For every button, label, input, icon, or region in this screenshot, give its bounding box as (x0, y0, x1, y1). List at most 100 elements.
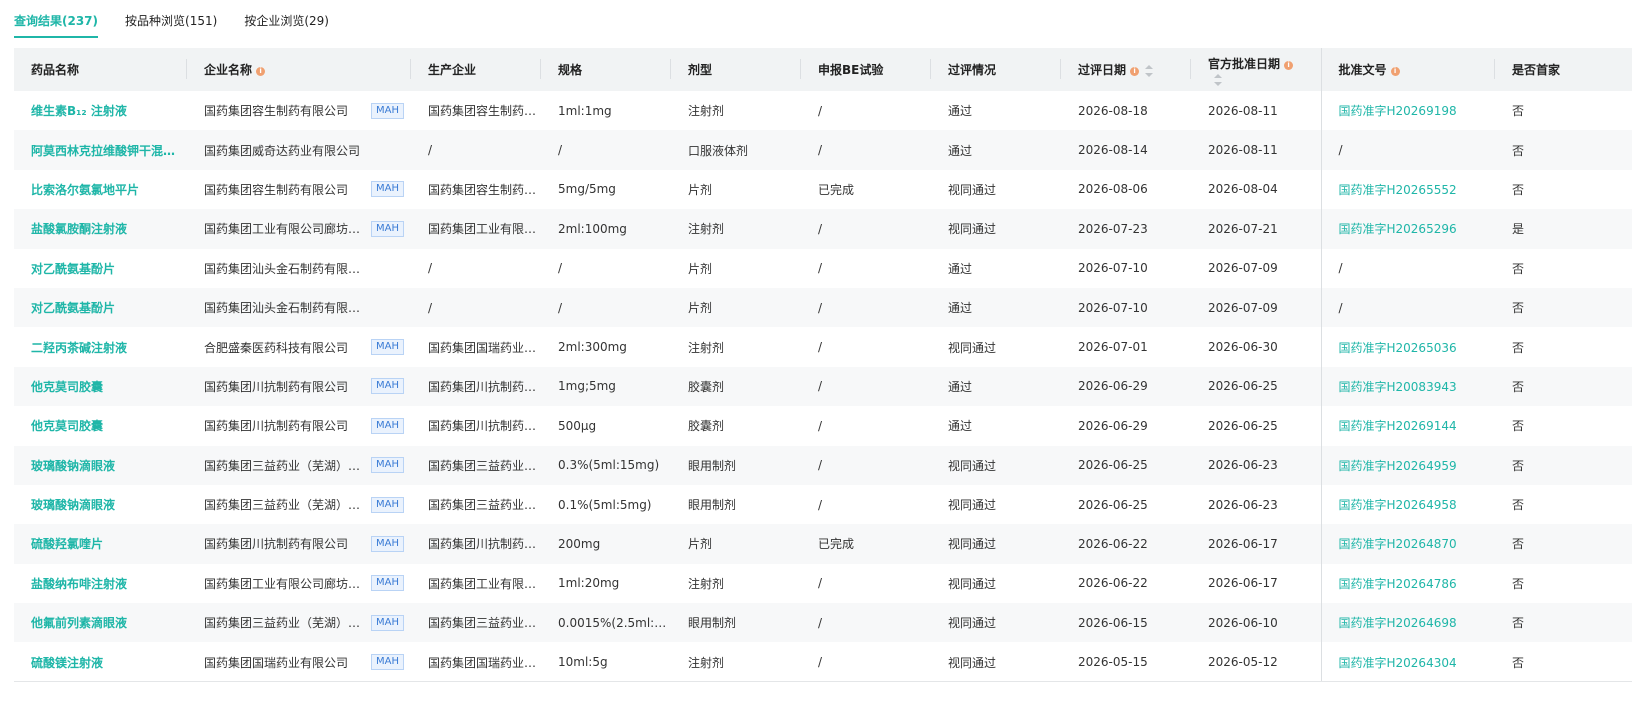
drug-name-link[interactable]: 二羟丙茶碱注射液 (14, 327, 187, 366)
review-status-cell: 视同通过 (948, 458, 997, 473)
spec-cell: 1ml:20mg (558, 576, 620, 591)
approval-number-link[interactable]: 国药准字H20265036 (1320, 327, 1495, 367)
sort-icon[interactable] (1214, 74, 1222, 86)
drug-name-link[interactable]: 比索洛尔氨氯地平片 (14, 170, 187, 209)
table-row: 玻璃酸钠滴眼液 国药集团三益药业（芜湖）有… MAH 国药集团三益药业… 0.1%(5m… (14, 484, 1632, 525)
col-header-review-date[interactable]: 过评日期 i (1061, 48, 1191, 91)
approval-number-link[interactable]: 国药准字H20269198 (1320, 91, 1495, 131)
manufacturer-cell: 国药集团三益药业… (428, 498, 537, 513)
be-trial-cell: 已完成 (818, 182, 855, 197)
company-name: 国药集团容生制药有限公司 (204, 182, 349, 197)
dosage-form-cell: 注射剂 (688, 222, 725, 237)
drug-name-link[interactable]: 他克莫司胶囊 (14, 406, 187, 445)
col-header-approval-date[interactable]: 官方批准日期 i (1191, 48, 1321, 91)
table-row: 二羟丙茶碱注射液 合肥盛秦医药科技有限公司 MAH 国药集团国瑞药业… 2ml:300m… (14, 327, 1632, 367)
approval-number-link[interactable]: 国药准字H20083943 (1320, 366, 1495, 407)
drug-name-link[interactable]: 他氟前列素滴眼液 (14, 603, 187, 642)
drug-name-link[interactable]: 玻璃酸钠滴眼液 (14, 485, 187, 524)
col-header-spec: 规格 (541, 48, 671, 91)
first-generic-cell: 否 (1512, 340, 1525, 355)
review-date-cell: 2026-06-22 (1078, 536, 1148, 551)
first-generic-cell: 否 (1512, 616, 1525, 631)
company-name: 国药集团汕头金石制药有限公司 (204, 301, 364, 316)
be-trial-cell: / (818, 497, 823, 512)
drug-name-link[interactable]: 玻璃酸钠滴眼液 (14, 446, 187, 485)
approval-number-link[interactable]: 国药准字H20264870 (1320, 524, 1495, 564)
tab-browse-by-company[interactable]: 按企业浏览(29) (244, 0, 329, 36)
drug-name-link[interactable]: 硫酸羟氯喹片 (14, 524, 187, 563)
table-row: 盐酸氯胺酮注射液 国药集团工业有限公司廊坊分… MAH 国药集团工业有限… 2ml:10… (14, 209, 1632, 249)
tab-browse-by-variety[interactable]: 按品种浏览(151) (125, 0, 217, 36)
company-cell: 国药集团川抗制药有限公司 MAH (187, 524, 411, 563)
approval-date-cell: 2026-06-17 (1208, 536, 1278, 551)
approval-number-link[interactable]: 国药准字H20264786 (1320, 563, 1495, 604)
first-generic-cell: 否 (1512, 576, 1525, 591)
approval-number-link[interactable]: 国药准字H20264959 (1320, 445, 1495, 485)
table-row: 他氟前列素滴眼液 国药集团三益药业（芜湖）有… MAH 国药集团三益药业… 0.0015… (14, 603, 1632, 643)
dosage-form-cell: 注射剂 (688, 104, 725, 119)
manufacturer-cell: 国药集团川抗制药… (428, 419, 537, 434)
table-row: 维生素B₁₂ 注射液 国药集团容生制药有限公司 MAH 国药集团容生制药… 1ml:1m… (14, 91, 1632, 131)
info-icon[interactable]: i (1390, 67, 1400, 76)
spec-cell: 1mg;5mg (558, 379, 616, 394)
info-icon[interactable]: i (1284, 60, 1294, 70)
approval-number-link[interactable]: 国药准字H20264698 (1320, 603, 1495, 643)
spec-cell: / (558, 300, 563, 315)
spec-cell: / (558, 261, 563, 276)
table-bottom-border (14, 681, 1632, 682)
drug-name-link[interactable]: 盐酸纳布啡注射液 (14, 564, 187, 603)
approval-number-cell: / (1320, 287, 1495, 328)
spec-cell: 2ml:300mg (558, 340, 627, 355)
approval-date-cell: 2026-06-23 (1208, 458, 1278, 473)
manufacturer-cell: 国药集团工业有限… (428, 576, 537, 591)
approval-date-cell: 2026-07-21 (1208, 221, 1278, 236)
company-cell: 国药集团容生制药有限公司 MAH (187, 170, 411, 209)
mah-badge: MAH (371, 654, 404, 671)
info-icon[interactable]: i (256, 67, 266, 76)
approval-date-cell: 2026-08-11 (1208, 103, 1278, 118)
review-status-cell: 视同通过 (948, 498, 997, 513)
first-generic-cell: 否 (1512, 537, 1525, 552)
company-name: 合肥盛秦医药科技有限公司 (204, 340, 349, 355)
be-trial-cell: / (818, 143, 823, 158)
drug-name-link[interactable]: 硫酸镁注射液 (14, 642, 187, 681)
review-status-cell: 通过 (948, 143, 973, 158)
result-tabs: 查询结果(237) 按品种浏览(151) 按企业浏览(29) (14, 0, 329, 38)
drug-name-link[interactable]: 维生素B₁₂ 注射液 (14, 91, 187, 130)
spec-cell: 2ml:100mg (558, 221, 627, 236)
be-trial-cell: 已完成 (818, 537, 855, 552)
spec-cell: 500μg (558, 418, 597, 433)
mah-badge: MAH (371, 535, 404, 552)
company-cell: 国药集团汕头金石制药有限公司 (187, 288, 411, 327)
drug-name-link[interactable]: 对乙酰氨基酚片 (14, 288, 187, 327)
approval-number-link[interactable]: 国药准字H20264304 (1320, 642, 1495, 682)
first-generic-cell: 否 (1512, 143, 1525, 158)
spec-cell: 200mg (558, 536, 601, 551)
approval-number-link[interactable]: 国药准字H20269144 (1320, 406, 1495, 446)
approval-date-cell: 2026-06-25 (1208, 379, 1278, 394)
approval-date-cell: 2026-07-09 (1208, 300, 1278, 315)
drug-name-link[interactable]: 盐酸氯胺酮注射液 (14, 209, 187, 248)
tab-query-results[interactable]: 查询结果(237) (14, 0, 99, 38)
review-date-cell: 2026-07-10 (1078, 261, 1148, 276)
table-row: 他克莫司胶囊 国药集团川抗制药有限公司 MAH 国药集团川抗制药… 1mg;5mg 胶囊剂… (14, 366, 1632, 407)
manufacturer-cell: 国药集团工业有限… (428, 222, 537, 237)
col-header-first: 是否首家 (1495, 48, 1632, 91)
review-date-cell: 2026-07-23 (1078, 221, 1148, 236)
table-header-row: 药品名称 企业名称 i 生产企业 规格 剂型 申报BE试验 过评情况 过评日期 i … (14, 48, 1632, 91)
spec-cell: 0.1%(5ml:5mg) (558, 497, 652, 512)
drug-name-link[interactable]: 他克莫司胶囊 (14, 367, 187, 406)
review-date-cell: 2026-08-06 (1078, 182, 1148, 197)
drug-name-link[interactable]: 对乙酰氨基酚片 (14, 249, 187, 288)
info-icon[interactable]: i (1130, 67, 1140, 76)
approval-number-link[interactable]: 国药准字H20265296 (1320, 209, 1495, 249)
first-generic-cell: 否 (1512, 498, 1525, 513)
table-row: 对乙酰氨基酚片 国药集团汕头金石制药有限公司 / / 片剂 / 通过 2026-07-10 20… (14, 287, 1632, 328)
approval-number-link[interactable]: 国药准字H20264958 (1320, 484, 1495, 525)
company-name: 国药集团汕头金石制药有限公司 (204, 261, 364, 276)
approval-number-link[interactable]: 国药准字H20265552 (1320, 169, 1495, 210)
sort-icon[interactable] (1145, 64, 1154, 77)
first-generic-cell: 否 (1512, 301, 1525, 316)
drug-name-link[interactable]: 阿莫西林克拉维酸钾干混… (14, 130, 187, 169)
spec-cell: 1ml:1mg (558, 103, 612, 118)
